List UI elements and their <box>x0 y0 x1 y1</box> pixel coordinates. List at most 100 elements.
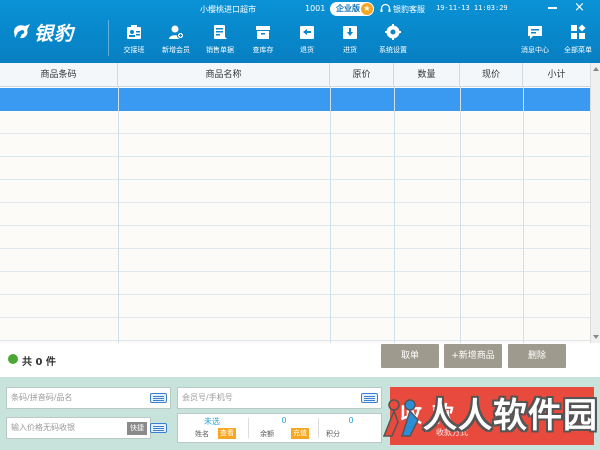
toolbar-label: 新增会员 <box>162 46 190 54</box>
sales-receipt-icon <box>214 25 227 39</box>
toolbar-label: 交接班 <box>123 46 145 54</box>
recharge-button[interactable]: 充值 <box>291 428 309 439</box>
title-bar: 小樱桃进口超市 1001 企业版 ★ 银豹客服 19-11-13 11:03:2… <box>0 0 600 18</box>
watermark-text: 人人软件园 <box>423 396 598 436</box>
inventory-icon <box>256 26 270 39</box>
toolbar-messages[interactable]: 消息中心 <box>513 24 557 60</box>
member-placeholder: 会员号/手机号 <box>182 393 233 402</box>
barcode-placeholder: 条码/拼音码/品名 <box>11 393 73 402</box>
member-balance-cell: 0 余额 充值 <box>250 414 318 442</box>
table-row[interactable] <box>0 180 590 203</box>
keyboard-icon[interactable] <box>150 423 167 433</box>
app-logo: 银豹 <box>12 18 74 46</box>
column-divider <box>394 87 395 343</box>
table-row[interactable] <box>0 226 590 249</box>
quick-button[interactable]: 快捷 <box>127 422 147 435</box>
all-menu-icon <box>571 24 586 39</box>
table-row[interactable] <box>0 318 590 341</box>
table-row[interactable] <box>0 249 590 272</box>
column-divider <box>330 87 331 343</box>
table-row[interactable] <box>0 157 590 180</box>
toolbar-label: 销售单据 <box>206 46 234 54</box>
member-search-input[interactable]: 会员号/手机号 <box>177 387 382 409</box>
col-header-current-price[interactable]: 现价 <box>460 63 523 87</box>
col-header-subtotal[interactable]: 小计 <box>523 63 590 87</box>
divider <box>318 418 319 438</box>
scroll-down-icon[interactable] <box>593 335 599 339</box>
keyboard-icon[interactable] <box>150 393 167 403</box>
column-divider <box>460 87 461 343</box>
app-header: 银豹 小樱桃进口超市 1001 企业版 ★ 银豹客服 19-11-13 11:0… <box>0 0 600 63</box>
edition-label: 企业版 <box>336 4 360 13</box>
item-count: 共 0 件 <box>22 357 56 368</box>
table-row[interactable] <box>0 295 590 318</box>
add-member-icon <box>169 25 184 39</box>
shift-handover-icon <box>127 25 141 39</box>
toolbar-purchase[interactable]: 进货 <box>328 24 372 60</box>
view-member-button[interactable]: 查看 <box>218 428 236 439</box>
toolbar-all-menu[interactable]: 全部菜单 <box>556 24 600 60</box>
gear-icon <box>385 24 401 40</box>
toolbar-shift-handover[interactable]: 交接班 <box>112 24 156 60</box>
column-divider <box>523 87 524 343</box>
table-scrollbar[interactable] <box>590 63 600 343</box>
headset-icon[interactable] <box>380 3 391 14</box>
header-divider <box>108 20 109 56</box>
table-row[interactable] <box>0 134 590 157</box>
member-name-cell: 未选 姓名 查看 <box>178 414 246 442</box>
watermark-logo-icon <box>382 399 419 437</box>
store-name: 小樱桃进口超市 <box>200 5 256 14</box>
member-points-value: 0 <box>348 416 354 425</box>
col-header-original-price[interactable]: 原价 <box>330 63 394 87</box>
close-icon[interactable]: × <box>574 0 585 16</box>
member-points-cell: 0 积分 <box>320 414 382 442</box>
toolbar-sales-receipt[interactable]: 销售单据 <box>198 24 242 60</box>
return-icon <box>300 26 314 39</box>
toolbar-label: 消息中心 <box>521 46 549 54</box>
barcode-search-input[interactable]: 条码/拼音码/品名 <box>6 387 171 409</box>
site-watermark: 人人软件园 <box>380 384 598 448</box>
hold-order-button[interactable]: 取单 <box>381 344 439 368</box>
member-points-label: 积分 <box>326 430 340 438</box>
table-row[interactable] <box>0 203 590 226</box>
price-placeholder: 输入价格无码收银 <box>11 423 75 432</box>
keyboard-icon[interactable] <box>361 393 378 403</box>
star-icon: ★ <box>361 3 373 15</box>
table-row[interactable] <box>0 272 590 295</box>
product-table: 商品条码 商品名称 原价 数量 现价 小计 <box>0 63 590 343</box>
store-id: 1001 <box>305 4 326 13</box>
member-balance-value: 0 <box>281 416 287 425</box>
customer-service-link[interactable]: 银豹客服 <box>393 4 425 15</box>
column-divider <box>118 87 119 343</box>
datetime: 19-11-13 11:03:29 <box>436 4 508 12</box>
col-header-barcode[interactable]: 商品条码 <box>0 63 118 87</box>
scroll-up-icon[interactable] <box>593 67 599 71</box>
toolbar-label: 进货 <box>343 46 357 54</box>
minimize-icon[interactable] <box>548 7 557 9</box>
col-header-name[interactable]: 商品名称 <box>118 63 330 87</box>
toolbar-label: 查库存 <box>252 46 274 54</box>
toolbar-return[interactable]: 退货 <box>285 24 329 60</box>
member-name-value: 未选 <box>204 417 220 426</box>
toolbar-label: 系统设置 <box>379 46 407 54</box>
edition-badge[interactable]: 企业版 ★ <box>330 2 374 16</box>
purchase-icon <box>343 26 357 39</box>
toolbar-add-member[interactable]: 新增会员 <box>154 24 198 60</box>
table-header: 商品条码 商品名称 原价 数量 现价 小计 <box>0 63 590 87</box>
message-icon <box>528 26 542 39</box>
toolbar-settings[interactable]: 系统设置 <box>371 24 415 60</box>
delete-button[interactable]: 删除 <box>508 344 566 368</box>
logo-mark-icon <box>14 24 30 39</box>
toolbar-label: 全部菜单 <box>564 46 592 54</box>
summary-bar: 共 0 件 取单 +新增商品 删除 <box>0 343 600 377</box>
table-row[interactable] <box>0 111 590 134</box>
divider <box>248 418 249 438</box>
member-balance-label: 余额 <box>260 430 274 438</box>
wifi-status-icon <box>8 354 18 364</box>
member-info: 未选 姓名 查看 0 余额 充值 0 积分 <box>177 413 382 443</box>
toolbar-inventory[interactable]: 查库存 <box>241 24 285 60</box>
table-row[interactable] <box>0 88 590 111</box>
col-header-quantity[interactable]: 数量 <box>394 63 460 87</box>
add-product-button[interactable]: +新增商品 <box>444 344 502 368</box>
member-name-label: 姓名 <box>195 430 209 438</box>
